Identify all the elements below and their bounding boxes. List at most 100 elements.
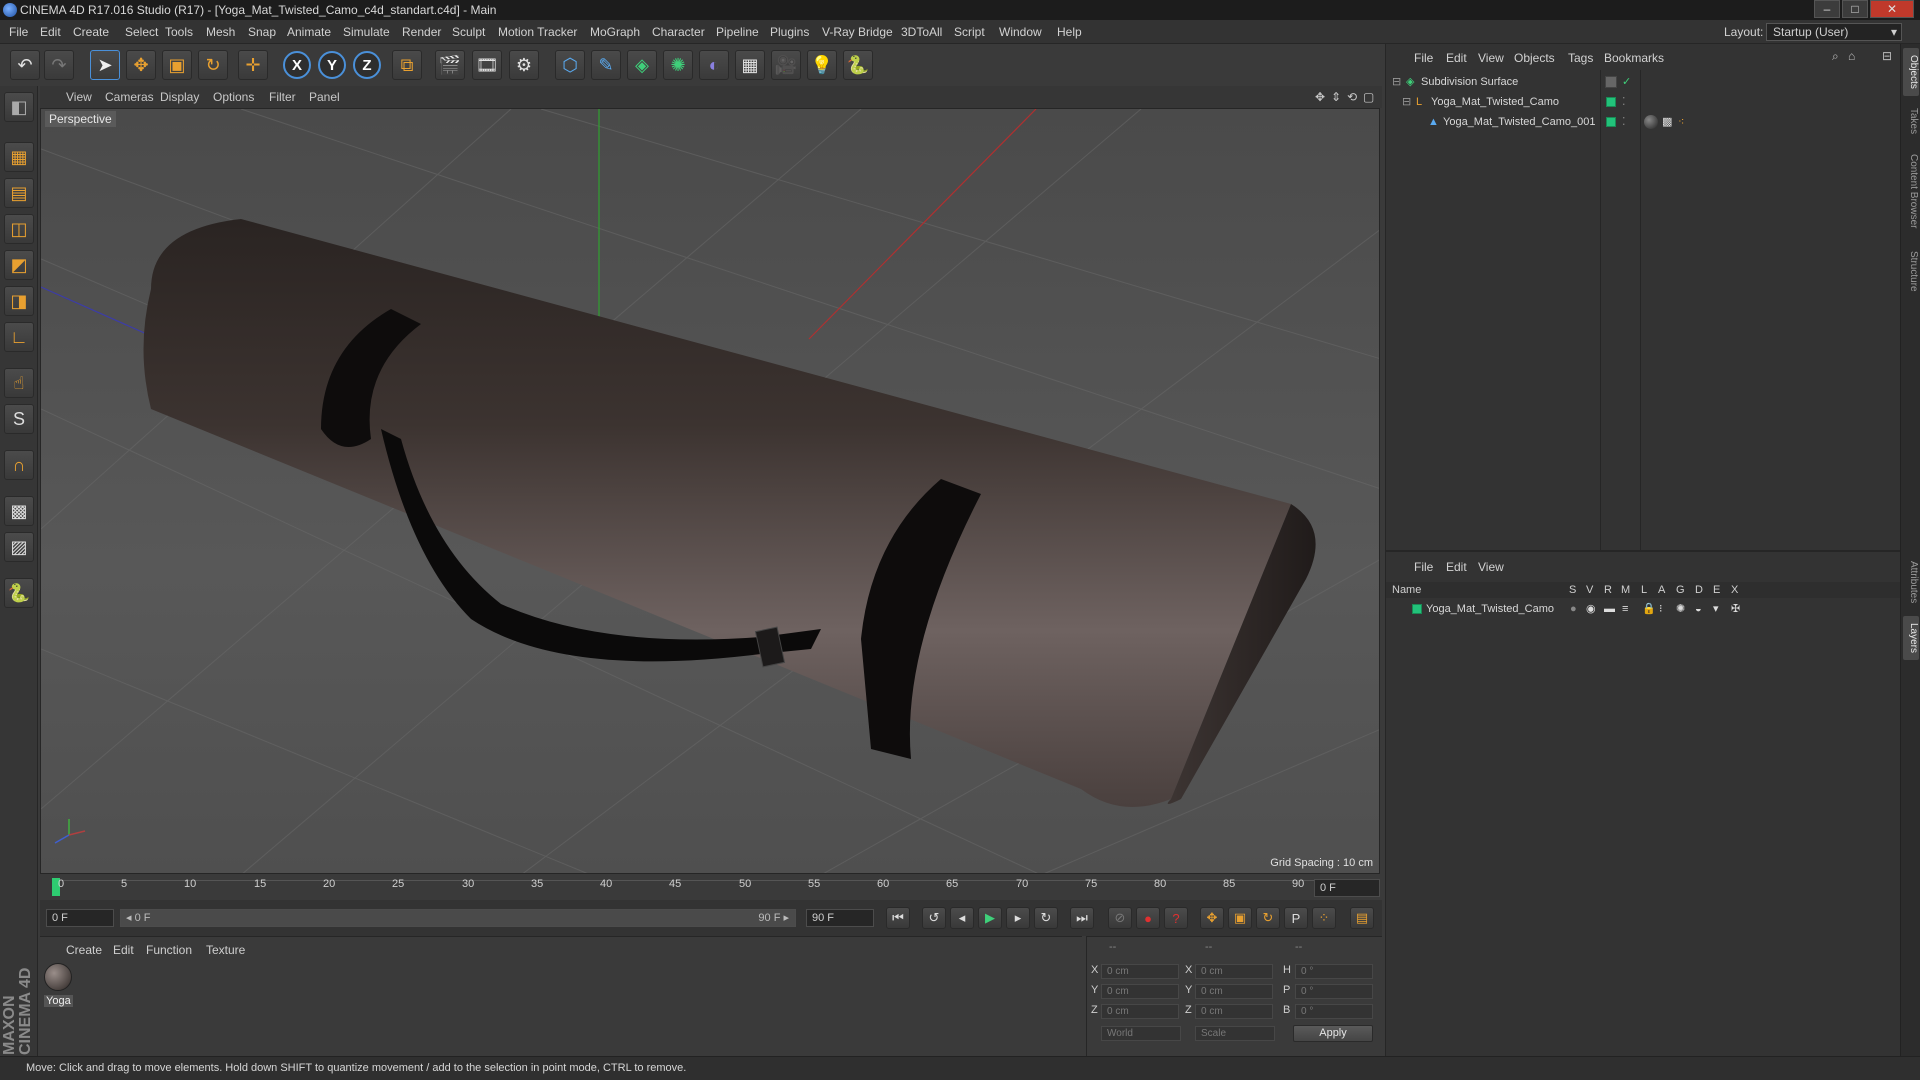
go-to-start-button[interactable]: ⏮ — [886, 907, 910, 929]
scale-tool-button[interactable]: ▣ — [162, 50, 192, 80]
material-tag-icon[interactable] — [1644, 115, 1658, 129]
object-name[interactable]: Subdivision Surface — [1421, 72, 1518, 92]
manager-toggle-icon[interactable]: ≡ — [1622, 600, 1628, 618]
phong-tag-icon[interactable]: ⁖ — [1678, 112, 1684, 132]
minimize-button[interactable]: – — [1814, 0, 1840, 18]
redo-button[interactable]: ↷ — [44, 50, 74, 80]
size-x-field[interactable]: 0 cm — [1195, 964, 1273, 979]
menu-simulate[interactable]: Simulate — [343, 25, 390, 39]
key-scale-button[interactable]: ▣ — [1228, 907, 1252, 929]
polygons-mode-icon[interactable]: ∟ — [4, 322, 34, 352]
menu-pipeline[interactable]: Pipeline — [716, 25, 759, 39]
home-icon[interactable]: ⌂ — [1848, 49, 1855, 63]
previous-key-button[interactable]: ↺ — [922, 907, 946, 929]
menu-tools[interactable]: Tools — [165, 25, 193, 39]
viewport-menu-view[interactable]: View — [66, 90, 92, 104]
tab-structure[interactable]: Structure — [1903, 242, 1919, 300]
menu-render[interactable]: Render — [402, 25, 441, 39]
material-thumbnail[interactable] — [44, 963, 72, 991]
enabled-check-icon[interactable]: ✓ — [1622, 72, 1631, 92]
axis-mode-icon[interactable]: ☝ — [4, 368, 34, 398]
undo-button[interactable]: ↶ — [10, 50, 40, 80]
tab-takes[interactable]: Takes — [1903, 102, 1919, 140]
menu-plugins[interactable]: Plugins — [770, 25, 809, 39]
python-script-icon[interactable]: 🐍 — [4, 578, 34, 608]
key-position-button[interactable]: ✥ — [1200, 907, 1224, 929]
objects-menu-bookmarks[interactable]: Bookmarks — [1604, 51, 1664, 65]
key-pla-button[interactable]: ⁘ — [1312, 907, 1336, 929]
menu-help[interactable]: Help — [1057, 25, 1082, 39]
column-deformers[interactable]: D — [1695, 584, 1703, 596]
material-name[interactable]: Yoga — [44, 995, 73, 1007]
viewport-maximize-icon[interactable]: ▢ — [1363, 90, 1374, 104]
close-button[interactable]: ✕ — [1870, 0, 1914, 18]
tab-content-browser[interactable]: Content Browser — [1903, 146, 1919, 236]
tab-attributes[interactable]: Attributes — [1903, 552, 1919, 612]
next-frame-button[interactable]: ▸ — [1006, 907, 1030, 929]
generator-toggle-icon[interactable]: ✺ — [1676, 600, 1685, 618]
next-key-button[interactable]: ↻ — [1034, 907, 1058, 929]
object-name[interactable]: Yoga_Mat_Twisted_Camo_001 — [1443, 112, 1595, 132]
object-row[interactable]: ⊟ ◈ Subdivision Surface ✓ — [1386, 72, 1901, 92]
layer-color-swatch[interactable] — [1412, 604, 1422, 614]
material-menu-function[interactable]: Function — [146, 943, 192, 957]
column-solo[interactable]: S — [1569, 584, 1576, 596]
viewport-rotate-icon[interactable]: ⟲ — [1347, 90, 1357, 104]
menu-motion-tracker[interactable]: Motion Tracker — [498, 25, 577, 39]
expression-toggle-icon[interactable]: ▾ — [1713, 600, 1719, 618]
objects-menu-tags[interactable]: Tags — [1568, 51, 1593, 65]
viewport-zoom-icon[interactable]: ⇕ — [1331, 90, 1341, 104]
position-x-field[interactable]: 0 cm — [1101, 964, 1179, 979]
render-settings-button[interactable]: ⚙ — [509, 50, 539, 80]
column-animation[interactable]: A — [1658, 584, 1665, 596]
object-row[interactable]: ▲ Yoga_Mat_Twisted_Camo_001 ⁚ ▩ ⁖ — [1386, 112, 1901, 132]
layers-menu-edit[interactable]: Edit — [1446, 560, 1467, 574]
column-locked[interactable]: L — [1641, 584, 1647, 596]
start-frame-field[interactable]: 0 F — [46, 909, 114, 927]
menu-select[interactable]: Select — [125, 25, 158, 39]
coordinate-space-select[interactable]: World — [1101, 1026, 1181, 1041]
column-xref[interactable]: X — [1731, 584, 1738, 596]
current-frame-field[interactable]: 0 F — [1314, 879, 1380, 897]
layer-color-swatch[interactable] — [1605, 76, 1617, 88]
texture-mode-icon[interactable]: ▤ — [4, 178, 34, 208]
tab-objects[interactable]: Objects — [1903, 48, 1919, 96]
play-button[interactable]: ▶ — [978, 907, 1002, 929]
model-mode-icon[interactable]: ▦ — [4, 142, 34, 172]
column-expressions[interactable]: E — [1713, 584, 1720, 596]
object-name[interactable]: Yoga_Mat_Twisted_Camo — [1431, 92, 1559, 112]
edges-mode-icon[interactable]: ◨ — [4, 286, 34, 316]
perspective-viewport[interactable]: Perspective Grid Spacing : 10 cm — [40, 108, 1380, 874]
record-active-button[interactable]: ● — [1136, 907, 1160, 929]
deformer-button[interactable]: ◐ — [699, 50, 729, 80]
maximize-button[interactable]: □ — [1842, 0, 1868, 18]
points-mode-icon[interactable]: ◩ — [4, 250, 34, 280]
column-manager[interactable]: M — [1621, 584, 1630, 596]
menu-animate[interactable]: Animate — [287, 25, 331, 39]
objects-menu-view[interactable]: View — [1478, 51, 1504, 65]
workplane-lock-icon[interactable]: ▩ — [4, 496, 34, 526]
layer-name[interactable]: Yoga_Mat_Twisted_Camo — [1426, 600, 1554, 618]
objects-menu-file[interactable]: File — [1414, 51, 1433, 65]
layers-menu-view[interactable]: View — [1478, 560, 1504, 574]
objects-menu-objects[interactable]: Objects — [1514, 51, 1555, 65]
search-icon[interactable]: ⌕ — [1832, 49, 1839, 64]
menu-3dtoall[interactable]: 3DToAll — [901, 25, 942, 39]
y-axis-lock-button[interactable]: Y — [318, 51, 346, 79]
z-axis-lock-button[interactable]: Z — [353, 51, 381, 79]
deformer-toggle-icon[interactable]: ◒ — [1695, 600, 1702, 618]
material-menu-create[interactable]: Create — [66, 943, 102, 957]
render-toggle-icon[interactable]: ▬ — [1604, 600, 1615, 618]
column-generators[interactable]: G — [1676, 584, 1685, 596]
size-z-field[interactable]: 0 cm — [1195, 1004, 1273, 1019]
viewport-menu-options[interactable]: Options — [213, 90, 254, 104]
menu-window[interactable]: Window — [999, 25, 1042, 39]
viewport-menu-filter[interactable]: Filter — [269, 90, 296, 104]
array-button[interactable]: ✺ — [663, 50, 693, 80]
material-menu-edit[interactable]: Edit — [113, 943, 134, 957]
column-visible[interactable]: V — [1586, 584, 1593, 596]
add-cube-button[interactable]: ⬡ — [555, 50, 585, 80]
live-selection-button[interactable]: ✛ — [238, 50, 268, 80]
viewport-move-icon[interactable]: ✥ — [1315, 90, 1325, 104]
size-y-field[interactable]: 0 cm — [1195, 984, 1273, 999]
